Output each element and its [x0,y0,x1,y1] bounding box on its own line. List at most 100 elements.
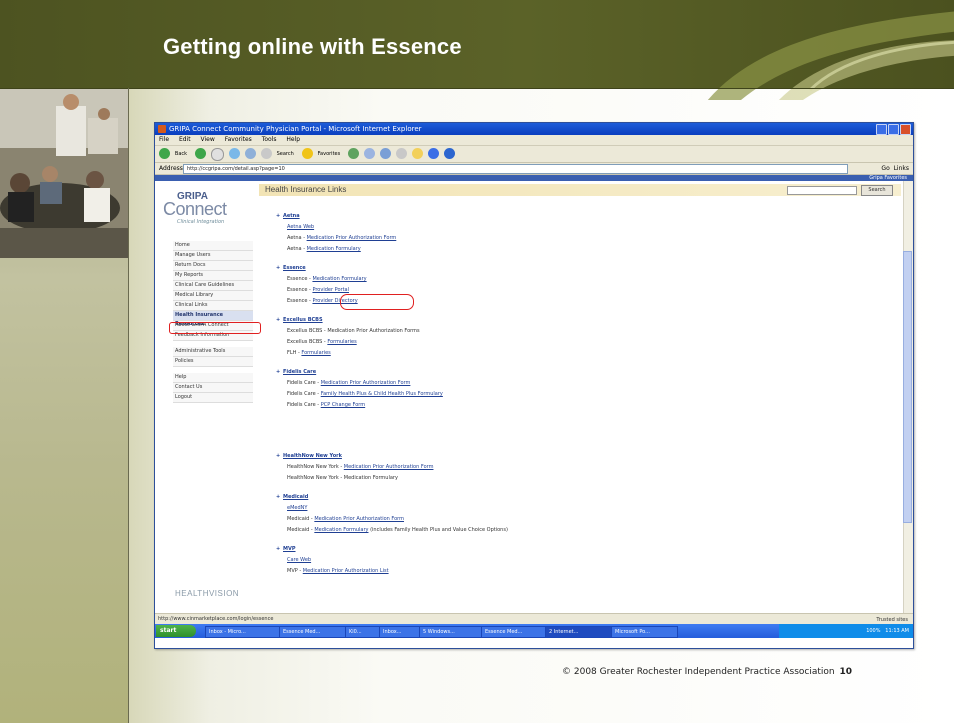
browser-screenshot: GRIPA Connect Community Physician Portal… [154,122,914,649]
nav-return-docs[interactable]: Return Docs [173,261,253,271]
menu-favorites[interactable]: Favorites [225,136,252,143]
edit-icon[interactable] [395,148,407,159]
portal-search-button[interactable]: Search [861,185,893,196]
taskbar-item[interactable]: Microsoft Po... [611,626,678,638]
refresh-icon[interactable] [228,148,240,159]
nav-logout[interactable]: Logout [173,393,253,403]
excellus-formularies-link[interactable]: Formularies [327,339,356,345]
taskbar-item[interactable]: 5 Windows... [419,626,482,638]
menu-tools[interactable]: Tools [262,136,277,143]
taskbar-item[interactable]: 2 Internet... [545,626,612,638]
nav-my-reports[interactable]: My Reports [173,271,253,281]
care-web-link[interactable]: Care Web [287,557,311,563]
nav-clinical-links[interactable]: Clinical Links [173,301,253,311]
aetna-prior-auth-link[interactable]: Medication Prior Authorization Form [307,235,397,241]
nav-help[interactable]: Help [173,373,253,383]
search-icon[interactable] [260,148,272,159]
menu-view[interactable]: View [201,136,215,143]
aetna-formulary-link[interactable]: Medication Formulary [307,246,361,252]
mail-icon[interactable] [364,148,376,159]
nav-manage-users[interactable]: Manage Users [173,251,253,261]
folder-icon[interactable] [411,148,423,159]
medicaid-prior-auth-link[interactable]: Medication Prior Authorization Form [314,516,404,522]
menu-bar: File Edit View Favorites Tools Help [155,135,913,146]
back-icon[interactable] [159,148,170,159]
nav-health-insurance-resources[interactable]: Health Insurance Resources [173,311,253,327]
close-icon[interactable] [900,124,911,135]
section-healthnow[interactable]: HealthNow New York [276,451,863,462]
fidelis-prior-auth-link[interactable]: Medication Prior Authorization Form [321,380,411,386]
vertical-scrollbar[interactable] [903,181,913,613]
healthvision-logo: HEALTHVISION [175,589,240,598]
row-prefix: HealthNow New York - [287,464,343,470]
link-row: HealthNow New York - Medication Formular… [287,475,398,481]
zoom-level[interactable]: 100% [866,628,880,634]
section-aetna[interactable]: Aetna [276,211,863,222]
minimize-icon[interactable] [876,124,887,135]
section-essence[interactable]: Essence [276,263,863,274]
back-label[interactable]: Back [175,151,187,157]
section-fidelis[interactable]: Fidelis Care [276,367,863,378]
portal-page: GRIPA Connect Clinical Integration Home … [155,181,903,613]
medicaid-formulary-link[interactable]: Medication Formulary [314,527,368,533]
link-row: Excellus BCBS - Formularies [283,337,863,348]
link-row: Fidelis Care - PCP Change Form [283,400,863,411]
window-title: GRIPA Connect Community Physician Portal… [169,125,422,133]
section-excellus[interactable]: Excellus BCBS [276,315,863,326]
section-medicaid[interactable]: Medicaid [276,492,863,503]
search-label[interactable]: Search [277,151,294,157]
nav-medical-library[interactable]: Medical Library [173,291,253,301]
nav-clinical-guidelines[interactable]: Clinical Care Guidelines [173,281,253,291]
go-button[interactable]: Go [881,165,889,172]
taskbar-item[interactable]: Inbox... [379,626,420,638]
aetna-web-link[interactable]: Aetna Web [287,224,314,230]
menu-file[interactable]: File [159,136,169,143]
scroll-thumb[interactable] [903,251,912,523]
nav-admin-tools[interactable]: Administrative Tools [173,347,253,357]
nav-contact-us[interactable]: Contact Us [173,383,253,393]
favorites-label[interactable]: Favorites [318,151,341,157]
messenger-icon[interactable] [427,148,439,159]
page-header: Health Insurance Links Search [259,184,901,196]
column-divider [128,88,129,723]
address-field[interactable]: http://ccgripa.com/detail.asp?page=10 [183,164,848,174]
taskbar-item[interactable]: Essence Med... [481,626,546,638]
discuss-icon[interactable] [443,148,455,159]
start-button[interactable]: start [156,625,196,637]
maximize-icon[interactable] [888,124,899,135]
link-row: HealthNow New York - Medication Prior Au… [283,462,863,473]
healthnow-prior-auth-link[interactable]: Medication Prior Authorization Form [344,464,434,470]
fidelis-pcp-change-link[interactable]: PCP Change Form [321,402,365,408]
mvp-prior-auth-link[interactable]: Medication Prior Authorization List [303,568,389,574]
nav-home[interactable]: Home [173,241,253,251]
nav-policies[interactable]: Policies [173,357,253,367]
highlight-provider-portal [340,294,414,310]
links-button[interactable]: Links [894,165,909,172]
history-icon[interactable] [348,148,360,159]
essence-formulary-link[interactable]: Medication Formulary [312,276,366,282]
address-right: Go Links [881,163,909,174]
row-suffix: (includes Family Health Plus and Value C… [370,527,508,533]
slide-title: Getting online with Essence [163,34,462,59]
menu-help[interactable]: Help [286,136,300,143]
flh-formularies-link[interactable]: Formularies [301,350,330,356]
taskbar-item[interactable]: Inbox - Micro... [205,626,280,638]
forward-icon[interactable] [194,148,206,159]
row-prefix: Fidelis Care - [287,402,320,408]
stop-icon[interactable] [210,148,224,161]
row-prefix: Fidelis Care - [287,380,320,386]
home-icon[interactable] [244,148,256,159]
browser-toolbar: Back Search Favorites [155,146,913,163]
portal-search-input[interactable] [787,186,857,195]
favorites-star-icon[interactable] [301,148,313,159]
fidelis-formulary-link[interactable]: Family Health Plus & Child Health Plus F… [321,391,443,397]
taskbar-item[interactable]: Essence Med... [279,626,346,638]
print-icon[interactable] [379,148,391,159]
slide: Getting online with Essence GRIPA Connec… [0,0,954,723]
menu-edit[interactable]: Edit [179,136,191,143]
emedny-link[interactable]: eMedNY [287,505,307,511]
essence-provider-portal-link[interactable]: Provider Portal [312,287,349,293]
taskbar-item[interactable]: Ki0... [345,626,380,638]
row-prefix: Excellus BCBS - [287,339,326,345]
section-mvp[interactable]: MVP [276,544,863,555]
